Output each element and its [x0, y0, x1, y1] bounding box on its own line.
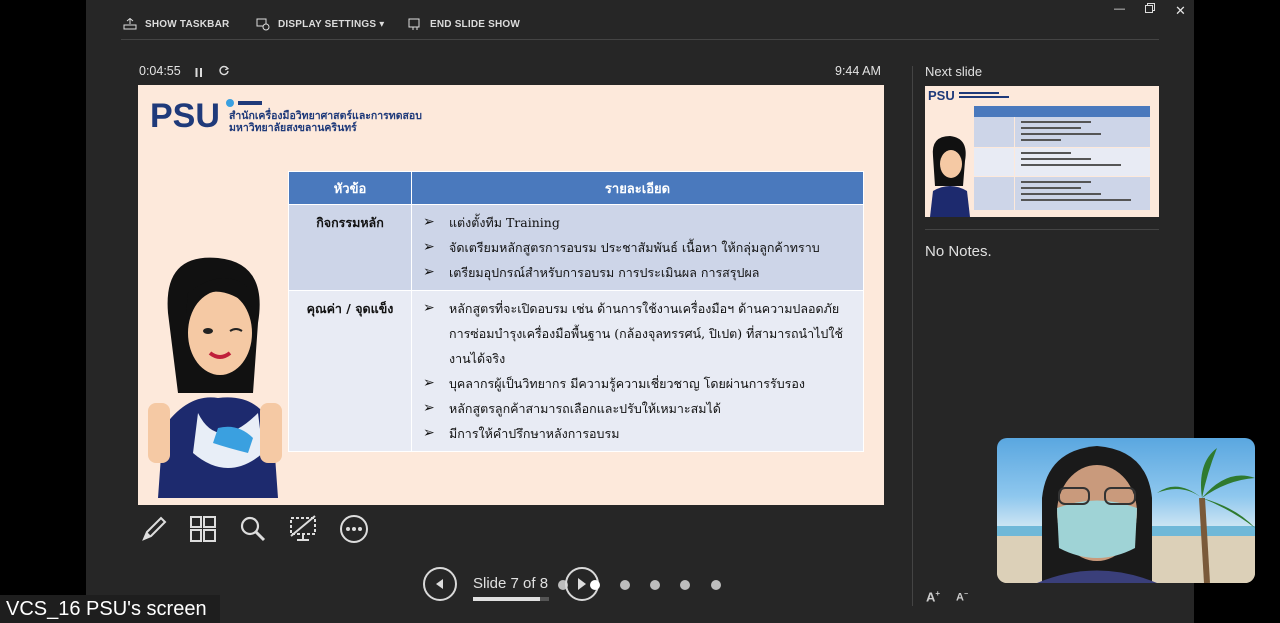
speaker-notes: No Notes.	[925, 243, 992, 260]
clock-time: 9:44 AM	[835, 64, 881, 78]
next-arrow-icon	[578, 578, 586, 590]
display-settings-button[interactable]: DISPLAY SETTINGS ▾	[256, 16, 384, 32]
mascot-illustration	[148, 257, 282, 498]
show-taskbar-label: SHOW TASKBAR	[145, 18, 230, 30]
display-settings-label: DISPLAY SETTINGS ▾	[278, 18, 385, 30]
table-row: กิจกรรมหลัก ➢ แต่งตั้งทีม Training ➢ จัดเต…	[288, 204, 864, 291]
carousel-dot	[650, 580, 660, 590]
carousel-dot	[620, 580, 630, 590]
pen-icon	[142, 516, 167, 541]
minimize-icon[interactable]: —	[1114, 3, 1125, 15]
magnifier-icon	[240, 516, 266, 542]
prev-arrow-icon	[436, 579, 443, 589]
next-slide-thumbnail[interactable]: PSU	[925, 86, 1159, 217]
svg-text:PSU: PSU	[928, 88, 955, 103]
toolbar-divider	[121, 39, 1159, 40]
end-slide-show-button[interactable]: END SLIDE SHOW	[408, 16, 520, 32]
table-header-topic: หัวข้อ	[288, 171, 412, 205]
carousel-dot	[711, 580, 721, 590]
table-header-detail: รายละเอียด	[411, 171, 864, 205]
screen-share-caption: VCS_16 PSU's screen	[0, 595, 220, 623]
svg-text:PSU: PSU	[150, 97, 220, 135]
next-slide-preview: PSU	[928, 88, 1150, 217]
detail-table: หัวข้อ รายละเอียด กิจกรรมหลัก ➢ แต่งตั้งท…	[288, 171, 864, 452]
end-slide-show-label: END SLIDE SHOW	[430, 18, 521, 30]
current-slide[interactable]: PSU สำนักเครื่องมือวิทยาศาสตร์และการทดสอ…	[138, 85, 884, 505]
next-slide-title: Next slide	[925, 64, 983, 79]
black-screen-button[interactable]	[286, 512, 320, 546]
slide-counter[interactable]: Slide 7 of 8	[473, 575, 548, 592]
elapsed-timer: 0:04:55	[139, 64, 181, 78]
restore-icon[interactable]	[1145, 3, 1155, 16]
list-item: ➢ เตรียมอุปกรณ์สำหรับการอบรม การประเมินผล…	[423, 264, 760, 280]
more-icon	[340, 515, 368, 543]
increase-font-icon[interactable]: A+	[926, 589, 940, 604]
screen-off-icon	[290, 515, 316, 541]
end-slideshow-icon	[408, 18, 420, 30]
display-settings-icon	[256, 18, 270, 31]
notes-divider	[925, 229, 1159, 230]
row-topic: กิจกรรมหลัก	[288, 204, 412, 291]
slide-progress-fill	[473, 597, 540, 601]
zoom-button[interactable]	[236, 512, 270, 546]
list-item: ➢ หลักสูตรลูกค้าสามารถเลือกและปรับให้เหมา…	[423, 400, 721, 416]
slide-progress-track	[473, 597, 549, 601]
org-name-line1: สำนักเครื่องมือวิทยาศาสตร์และการทดสอบ	[229, 110, 422, 122]
org-name-line2: มหาวิทยาลัยสงขลานครินทร์	[229, 122, 357, 134]
pause-icon[interactable]	[194, 65, 204, 83]
list-item: ➢ แต่งตั้งทีม Training	[423, 214, 560, 230]
slides-grid-icon	[190, 516, 216, 542]
restart-timer-icon[interactable]	[218, 64, 230, 82]
see-all-slides-button[interactable]	[186, 512, 220, 546]
table-row: คุณค่า / จุดแข็ง ➢ หลักสูตรที่จะเปิดอบรม …	[288, 290, 864, 452]
participant-video	[997, 438, 1255, 583]
pen-tool-button[interactable]	[137, 512, 171, 546]
taskbar-icon	[123, 18, 137, 30]
show-taskbar-button[interactable]: SHOW TASKBAR	[123, 16, 229, 32]
carousel-dot	[680, 580, 690, 590]
list-item: ➢ มีการให้คำปรึกษาหลังการอบรม	[423, 425, 620, 441]
list-item: ➢ จัดเตรียมหลักสูตรการอบรม ประชาสัมพันธ์ …	[423, 239, 820, 255]
webcam-feed	[997, 446, 1255, 583]
list-item: ➢ บุคลากรผู้เป็นวิทยากร มีความรู้ความเชี่…	[423, 375, 805, 391]
list-item: ➢ หลักสูตรที่จะเปิดอบรม เช่น ด้านการใช้งา…	[423, 300, 843, 366]
row-topic: คุณค่า / จุดแข็ง	[288, 290, 412, 452]
panel-divider	[912, 66, 913, 606]
more-options-button[interactable]	[337, 512, 371, 546]
decrease-font-icon[interactable]: A−	[956, 591, 968, 604]
previous-slide-button[interactable]	[423, 567, 457, 601]
carousel-dot-active	[590, 580, 600, 590]
close-icon[interactable]: ✕	[1175, 3, 1186, 19]
